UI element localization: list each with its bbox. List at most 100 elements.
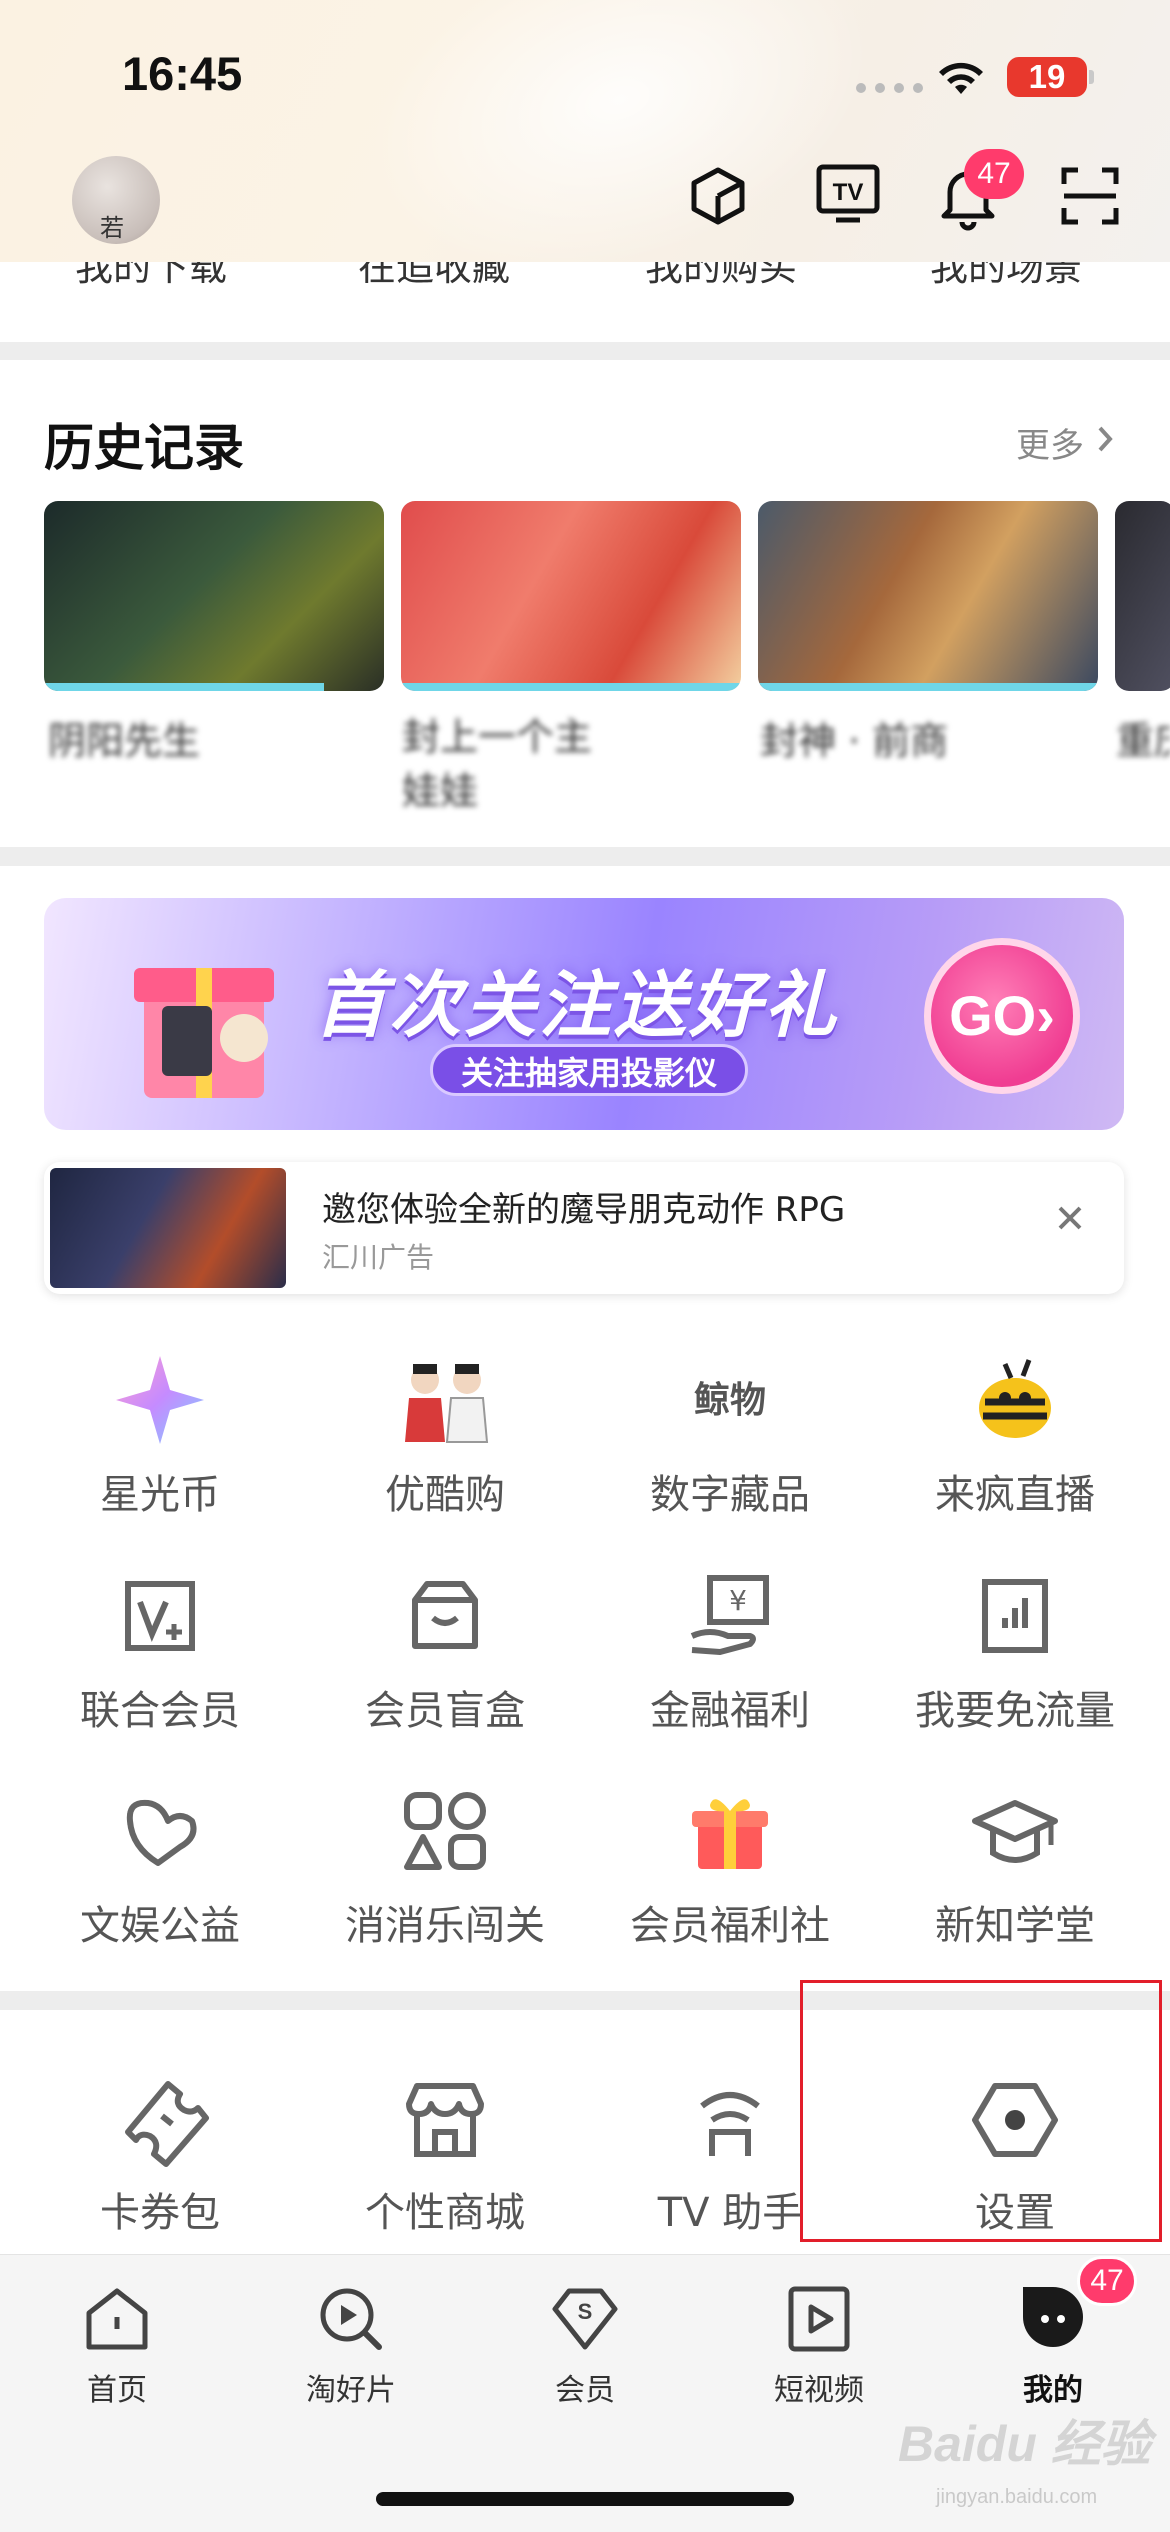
tab-label: 首页	[87, 2373, 147, 2408]
history-thumbnail[interactable]	[1115, 501, 1170, 691]
starlight-coin-icon	[116, 1356, 204, 1444]
blind-box-icon	[412, 1581, 478, 1649]
service-label: 联合会员	[80, 1688, 240, 1734]
tab-browse[interactable]: 淘好片	[234, 2281, 468, 2409]
match-game-icon	[404, 1792, 486, 1870]
battery-icon: 19	[1007, 57, 1087, 97]
ad-title[interactable]: 邀您体验全新的魔导朋克动作 RPG	[322, 1182, 845, 1231]
ad-image[interactable]	[50, 1168, 286, 1288]
ad-source: 汇川广告	[322, 1241, 435, 1274]
service-data-free[interactable]: 我要免流量	[875, 1566, 1155, 1736]
watch-progress	[401, 683, 741, 691]
tv-assistant-icon	[700, 2092, 760, 2156]
home-indicator[interactable]	[376, 2492, 794, 2506]
avatar[interactable]: 若	[72, 156, 160, 244]
store-icon	[406, 2083, 484, 2157]
profile-tab-badge: 47	[1077, 2256, 1137, 2306]
service-joint-vip[interactable]: 联合会员	[20, 1566, 300, 1736]
service-blind-box[interactable]: 会员盲盒	[305, 1566, 585, 1736]
watermark-logo: Baidu 经验	[898, 2416, 1151, 2472]
history-thumbnail[interactable]	[44, 501, 384, 691]
svg-text:鲸物: 鲸物	[694, 1380, 766, 1421]
tab-label: 淘好片	[306, 2373, 396, 2408]
quick-link-scenes[interactable]: 我的场景	[930, 262, 1082, 291]
service-vip-welfare[interactable]: 会员福利社	[590, 1781, 870, 1951]
tool-label: 个性商城	[365, 2190, 525, 2236]
cube-icon[interactable]	[686, 164, 750, 228]
banner-subtitle: 关注抽家用投影仪	[430, 1044, 749, 1096]
service-knowledge-school[interactable]: 新知学堂	[875, 1781, 1155, 1951]
chevron-right-icon[interactable]	[1094, 424, 1116, 454]
svg-text:TV: TV	[833, 179, 864, 206]
history-item-title[interactable]: 阴阳先生	[48, 710, 200, 765]
service-label: 我要免流量	[915, 1688, 1115, 1734]
tab-home[interactable]: 首页	[0, 2281, 234, 2409]
service-label: 文娱公益	[80, 1903, 240, 1949]
service-label: 新知学堂	[935, 1903, 1095, 1949]
home-icon	[86, 2288, 148, 2350]
data-free-icon	[982, 1579, 1048, 1653]
service-label: 来疯直播	[935, 1472, 1095, 1518]
tool-personal-store[interactable]: 个性商城	[305, 2070, 585, 2238]
service-label: 会员盲盒	[365, 1688, 525, 1734]
history-more-link[interactable]: 更多	[1016, 418, 1084, 467]
tab-label: 会员	[555, 2373, 615, 2408]
service-starlight-coin[interactable]: 星光币	[20, 1350, 300, 1520]
youku-shop-icon	[405, 1364, 489, 1443]
svg-text:¥: ¥	[729, 1584, 747, 1617]
close-icon[interactable]	[1054, 1202, 1086, 1234]
service-label: 会员福利社	[630, 1903, 830, 1949]
promo-banner[interactable]: 首次关注送好礼 关注抽家用投影仪 GO›	[44, 898, 1124, 1130]
gift-box-icon	[134, 968, 274, 1098]
watch-progress	[758, 683, 1098, 691]
svg-text:S: S	[578, 2299, 593, 2324]
notification-badge: 47	[964, 149, 1024, 199]
tv-icon[interactable]: TV	[814, 162, 882, 226]
tab-vip[interactable]: S 会员	[468, 2281, 702, 2409]
tab-short-video[interactable]: 短视频	[702, 2281, 936, 2409]
quick-link-purchases[interactable]: 我的购买	[645, 262, 797, 291]
service-match-game[interactable]: 消消乐闯关	[305, 1781, 585, 1951]
vip-diamond-icon: S	[552, 2288, 618, 2350]
history-title: 历史记录	[44, 419, 244, 477]
history-item-title[interactable]: 封上一个主 娃娃	[402, 710, 632, 818]
tool-coupon-wallet[interactable]: 卡券包	[20, 2070, 300, 2238]
status-time: 16:45	[122, 47, 243, 100]
ad-card[interactable]: 邀您体验全新的魔导朋克动作 RPG 汇川广告	[44, 1162, 1124, 1294]
search-play-icon	[320, 2288, 382, 2350]
service-label: 星光币	[100, 1472, 220, 1518]
tab-label: 短视频	[774, 2373, 864, 2408]
go-button[interactable]: GO›	[924, 938, 1080, 1094]
service-label: 消消乐闯关	[345, 1903, 545, 1949]
service-label: 优酷购	[385, 1472, 505, 1518]
service-charity[interactable]: 文娱公益	[20, 1781, 300, 1951]
history-item-title[interactable]: 重庆	[1116, 710, 1170, 765]
banner-title: 首次关注送好礼	[314, 963, 840, 1047]
settings-highlight-box	[800, 1980, 1162, 2242]
history-item-title[interactable]: 封神 · 前商	[760, 710, 948, 765]
tab-label: 我的	[1023, 2373, 1083, 2408]
finance-icon: ¥	[690, 1575, 769, 1655]
service-label: 数字藏品	[650, 1472, 810, 1518]
tool-label: 卡券包	[100, 2190, 220, 2236]
tab-profile[interactable]: 我的	[936, 2281, 1170, 2409]
gift-icon	[692, 1799, 768, 1869]
wifi-icon	[939, 62, 983, 94]
charity-icon	[126, 1799, 197, 1866]
quick-link-downloads[interactable]: 我的下载	[75, 262, 227, 291]
service-bee-live[interactable]: 来疯直播	[875, 1350, 1155, 1520]
service-finance[interactable]: ¥ 金融福利	[590, 1566, 870, 1736]
service-label: 金融福利	[650, 1688, 810, 1734]
profile-header: 16:45 19 若 TV 47	[0, 0, 1170, 262]
signal-icon	[856, 83, 923, 93]
history-thumbnail[interactable]	[401, 501, 741, 691]
history-thumbnail[interactable]	[758, 501, 1098, 691]
history-section: 历史记录 更多 阴阳先生 封上一个主 娃娃 封神 · 前商 重庆	[0, 360, 1170, 847]
bee-live-icon	[979, 1359, 1051, 1438]
service-youku-shop[interactable]: 优酷购	[305, 1350, 585, 1520]
scan-icon[interactable]	[1060, 166, 1120, 226]
services-section: 首次关注送好礼 关注抽家用投影仪 GO› 邀您体验全新的魔导朋克动作 RPG 汇…	[0, 866, 1170, 1991]
watermark-url: jingyan.baidu.com	[936, 2486, 1098, 2508]
service-digital-collectible[interactable]: 鲸物 数字藏品	[590, 1350, 870, 1520]
graduation-cap-icon	[972, 1800, 1058, 1863]
